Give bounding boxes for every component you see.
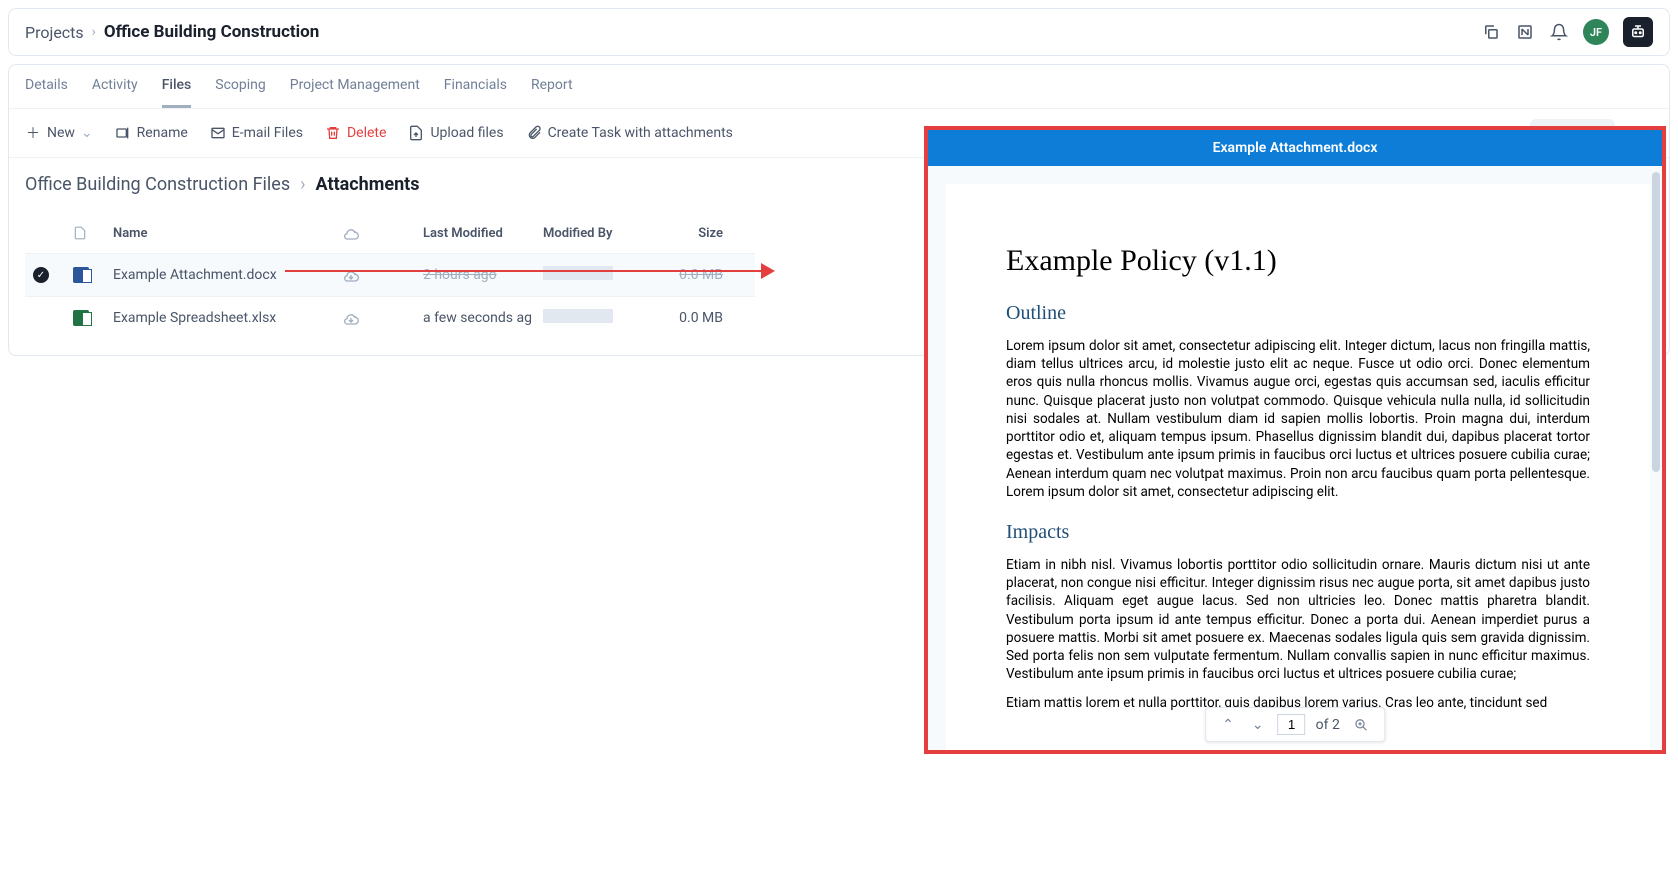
upload-button[interactable]: Upload files <box>408 125 503 141</box>
cloud-icon <box>343 225 423 241</box>
cloud-download-icon[interactable] <box>343 310 423 326</box>
col-modified-by[interactable]: Modified By <box>543 226 643 241</box>
page-navigator: ⌃ ⌄ of 2 <box>1205 707 1385 742</box>
tab-scoping[interactable]: Scoping <box>215 65 265 108</box>
upload-icon <box>408 125 424 141</box>
size: 0.0 MB <box>643 310 723 326</box>
doc-paragraph: Etiam in nibh nisl. Vivamus lobortis por… <box>1006 556 1590 684</box>
create-task-button[interactable]: Create Task with attachments <box>526 125 733 141</box>
top-bar: Projects › Office Building Construction … <box>8 8 1670 56</box>
breadcrumb: Projects › Office Building Construction <box>25 22 319 42</box>
chevron-right-icon: › <box>300 174 305 195</box>
last-modified: a few seconds ag <box>423 310 543 326</box>
page-down-icon[interactable]: ⌄ <box>1248 715 1268 735</box>
file-table: Name Last Modified Modified By Size ✓ Ex… <box>25 213 755 339</box>
rename-button[interactable]: Rename <box>115 125 188 141</box>
delete-button[interactable]: Delete <box>325 125 386 141</box>
size: 0.0 MB <box>643 267 723 283</box>
col-name[interactable]: Name <box>113 226 343 241</box>
scrollbar[interactable] <box>1652 172 1660 472</box>
tab-details[interactable]: Details <box>25 65 68 108</box>
document-preview: Example Policy (v1.1) Outline Lorem ipsu… <box>946 184 1650 750</box>
chevron-down-icon: ⌄ <box>81 125 93 141</box>
email-button[interactable]: E-mail Files <box>210 125 303 141</box>
table-row[interactable]: Example Spreadsheet.xlsx a few seconds a… <box>25 296 755 339</box>
file-name: Example Spreadsheet.xlsx <box>113 310 343 326</box>
tab-activity[interactable]: Activity <box>92 65 138 108</box>
xlsx-icon <box>73 310 89 326</box>
path-current: Attachments <box>316 174 420 195</box>
col-size[interactable]: Size <box>643 226 723 241</box>
cloud-download-icon[interactable] <box>343 267 423 283</box>
tab-files[interactable]: Files <box>162 65 192 108</box>
path-root[interactable]: Office Building Construction Files <box>25 174 290 195</box>
tab-project-management[interactable]: Project Management <box>290 65 420 108</box>
docx-icon <box>73 267 89 283</box>
modified-by <box>543 309 613 323</box>
mail-icon <box>210 125 226 141</box>
tab-financials[interactable]: Financials <box>444 65 507 108</box>
table-header: Name Last Modified Modified By Size <box>25 213 755 253</box>
avatar[interactable]: JF <box>1583 19 1609 45</box>
page-input[interactable] <box>1278 714 1306 735</box>
chevron-right-icon: › <box>92 24 96 40</box>
copy-icon[interactable] <box>1481 22 1501 42</box>
doc-paragraph: Lorem ipsum dolor sit amet, consectetur … <box>1006 337 1590 501</box>
table-row[interactable]: ✓ Example Attachment.docx 2 hours ago 0.… <box>25 253 755 296</box>
col-last-modified[interactable]: Last Modified <box>423 226 543 241</box>
rename-icon <box>115 125 131 141</box>
plus-icon: ＋ <box>25 125 41 141</box>
doc-title: Example Policy (v1.1) <box>1006 244 1590 278</box>
preview-title: Example Attachment.docx <box>928 130 1662 166</box>
doc-heading: Outline <box>1006 302 1590 325</box>
new-button[interactable]: ＋ New ⌄ <box>25 125 93 141</box>
page-total: of 2 <box>1316 717 1340 733</box>
check-icon[interactable]: ✓ <box>33 267 49 283</box>
page-up-icon[interactable]: ⌃ <box>1218 715 1238 735</box>
paperclip-icon <box>526 125 542 141</box>
preview-panel: Example Attachment.docx Example Policy (… <box>924 126 1666 754</box>
notion-icon[interactable] <box>1515 22 1535 42</box>
modified-by <box>543 266 613 280</box>
bot-icon[interactable] <box>1623 17 1653 47</box>
tabs: Details Activity Files Scoping Project M… <box>9 65 1669 109</box>
zoom-in-icon[interactable] <box>1350 716 1372 734</box>
bell-icon[interactable] <box>1549 22 1569 42</box>
file-name: Example Attachment.docx <box>113 267 343 283</box>
file-type-icon <box>73 226 113 240</box>
trash-icon <box>325 125 341 141</box>
last-modified: 2 hours ago <box>423 267 543 283</box>
doc-heading: Impacts <box>1006 521 1590 544</box>
tab-report[interactable]: Report <box>531 65 573 108</box>
breadcrumb-current: Office Building Construction <box>104 22 319 42</box>
breadcrumb-root[interactable]: Projects <box>25 23 84 42</box>
